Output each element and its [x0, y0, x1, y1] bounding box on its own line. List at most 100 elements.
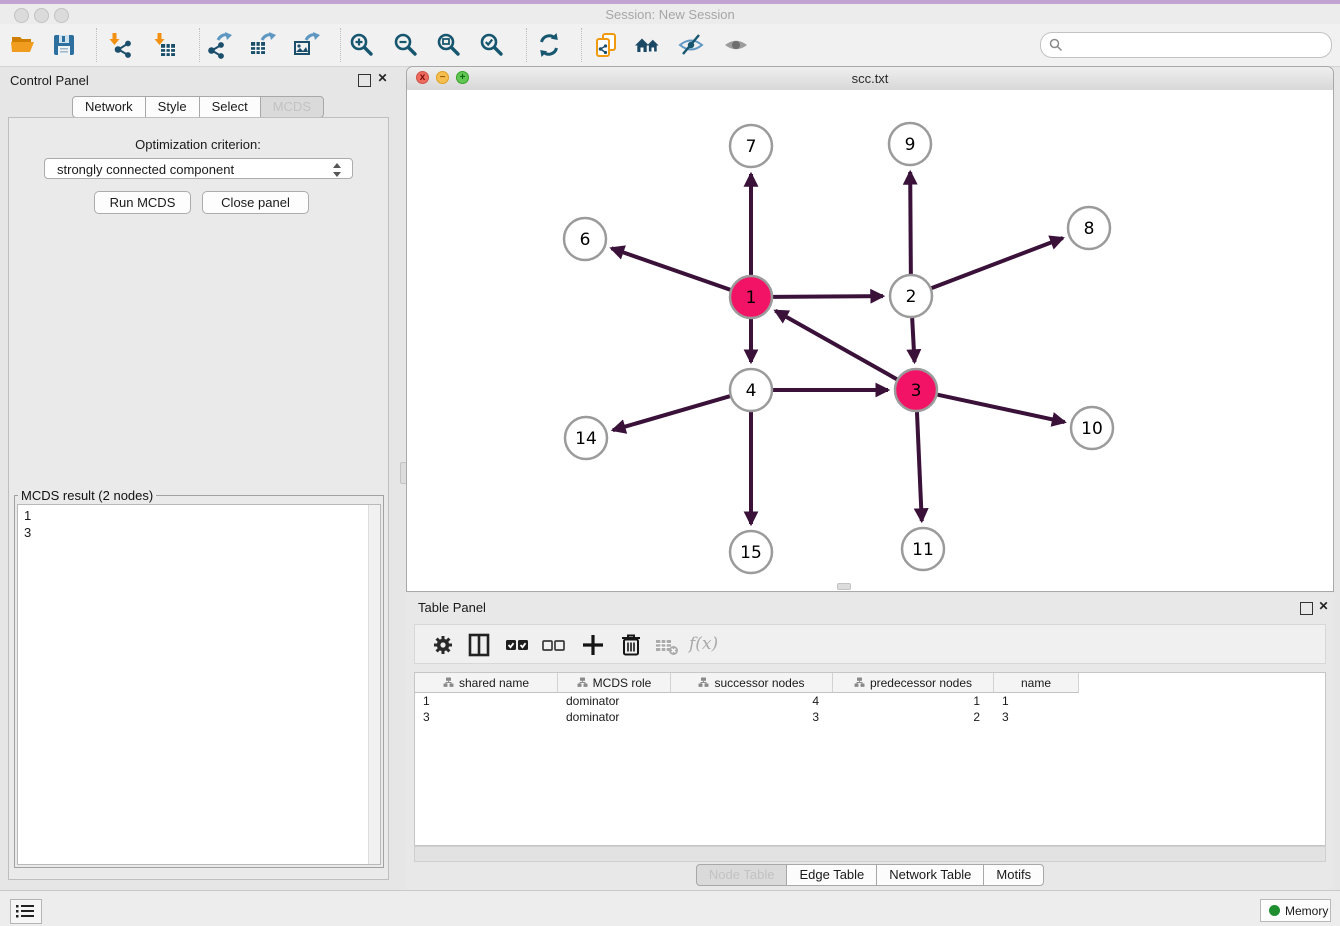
node-label-14: 14	[575, 429, 597, 449]
edge-2-8[interactable]	[932, 238, 1063, 288]
search-input[interactable]	[1040, 32, 1332, 58]
zoom-selected-icon[interactable]	[478, 31, 506, 59]
close-panel-icon[interactable]: ✕	[377, 73, 388, 84]
export-image-icon[interactable]	[292, 31, 320, 59]
hide-graphics-details-icon[interactable]	[677, 31, 705, 59]
add-row-icon[interactable]	[579, 631, 607, 659]
graph-node-4[interactable]: 4	[730, 369, 772, 411]
graph-node-7[interactable]: 7	[730, 125, 772, 167]
edge-2-3[interactable]	[912, 318, 914, 362]
edge-3-11[interactable]	[917, 412, 922, 521]
graph-node-14[interactable]: 14	[565, 417, 607, 459]
export-table-icon[interactable]	[248, 31, 276, 59]
column-header-name[interactable]: name	[994, 673, 1079, 693]
zoom-in-icon[interactable]	[348, 31, 376, 59]
float-panel-icon[interactable]	[358, 74, 371, 87]
close-panel-button[interactable]: Close panel	[202, 191, 309, 214]
refresh-layout-icon[interactable]	[535, 31, 563, 59]
run-mcds-button[interactable]: Run MCDS	[94, 191, 191, 214]
chevron-updown-icon	[333, 163, 342, 177]
table-tab-edge-table[interactable]: Edge Table	[786, 864, 877, 886]
table-toolbar: f(x)	[414, 624, 1326, 664]
graph-node-6[interactable]: 6	[564, 218, 606, 260]
tab-mcds[interactable]: MCDS	[260, 96, 324, 118]
tab-select[interactable]: Select	[199, 96, 261, 118]
node-label-3: 3	[911, 381, 922, 401]
edge-1-6[interactable]	[611, 248, 730, 290]
sort-icon	[443, 677, 454, 688]
deselect-all-icon[interactable]	[539, 631, 567, 659]
graph-node-3[interactable]: 3	[895, 369, 937, 411]
toolbar-separator	[581, 28, 582, 62]
edge-4-14[interactable]	[613, 396, 730, 430]
close-table-panel-icon[interactable]: ✕	[1318, 601, 1329, 612]
delete-column-icon[interactable]	[653, 631, 681, 659]
zoom-out-icon[interactable]	[392, 31, 420, 59]
show-columns-icon[interactable]	[465, 631, 493, 659]
table-cell[interactable]: 3	[671, 709, 833, 725]
delete-row-icon[interactable]	[617, 631, 645, 659]
search-icon	[1049, 38, 1063, 52]
table-row[interactable]: 3dominator323	[415, 709, 1079, 725]
optimization-criterion-dropdown[interactable]: strongly connected component	[44, 158, 353, 179]
table-tab-motifs[interactable]: Motifs	[983, 864, 1044, 886]
edge-3-10[interactable]	[938, 395, 1065, 422]
table-cell[interactable]: 1	[415, 693, 558, 709]
function-builder-icon[interactable]: f(x)	[689, 634, 718, 654]
table-tab-node-table[interactable]: Node Table	[696, 864, 788, 886]
network-hscroll-thumb[interactable]	[837, 583, 851, 590]
select-all-icon[interactable]	[503, 631, 531, 659]
table-row[interactable]: 1dominator411	[415, 693, 1079, 709]
graph-node-9[interactable]: 9	[889, 123, 931, 165]
graph-node-8[interactable]: 8	[1068, 207, 1110, 249]
column-label: name	[1021, 676, 1051, 690]
table-cell[interactable]: 1	[994, 693, 1079, 709]
save-session-icon[interactable]	[50, 31, 78, 59]
mcds-result-area[interactable]: 1 3	[17, 504, 381, 865]
table-cell[interactable]: 2	[833, 709, 994, 725]
network-canvas[interactable]: 1 2 3 4 6 7 8 9 10 11 14 15	[407, 90, 1333, 591]
graph-node-11[interactable]: 11	[902, 528, 944, 570]
clone-network-icon[interactable]	[592, 31, 620, 59]
node-label-7: 7	[746, 137, 757, 157]
memory-button[interactable]: Memory	[1260, 899, 1331, 922]
graph-node-15[interactable]: 15	[730, 531, 772, 573]
table-cell[interactable]: 3	[994, 709, 1079, 725]
node-label-10: 10	[1081, 419, 1103, 439]
import-network-icon[interactable]	[105, 31, 133, 59]
column-header-predecessor-nodes[interactable]: predecessor nodes	[833, 673, 994, 693]
mcds-result-scrollbar[interactable]	[368, 505, 380, 864]
import-table-icon[interactable]	[150, 31, 178, 59]
table-tab-network-table[interactable]: Network Table	[876, 864, 984, 886]
edge-1-2[interactable]	[773, 296, 883, 297]
table-cell[interactable]: dominator	[558, 709, 671, 725]
session-title: Session: New Session	[0, 7, 1340, 22]
graph-node-1[interactable]: 1	[730, 276, 772, 318]
float-table-panel-icon[interactable]	[1300, 602, 1313, 615]
table-cell[interactable]: 3	[415, 709, 558, 725]
graph-node-10[interactable]: 10	[1071, 407, 1113, 449]
settings-gear-icon[interactable]	[429, 631, 457, 659]
task-history-button[interactable]	[10, 899, 42, 924]
table-cell[interactable]: dominator	[558, 693, 671, 709]
table-cell[interactable]: 4	[671, 693, 833, 709]
tab-network[interactable]: Network	[72, 96, 146, 118]
column-header-shared-name[interactable]: shared name	[415, 673, 558, 693]
network-window-titlebar[interactable]: x − + scc.txt	[407, 67, 1333, 91]
table-scroll-strip[interactable]	[414, 846, 1326, 862]
export-network-icon[interactable]	[206, 31, 234, 59]
memory-label: Memory	[1285, 904, 1328, 918]
edge-3-1[interactable]	[775, 311, 896, 379]
home-icon[interactable]	[634, 31, 662, 59]
status-bar: Memory	[0, 890, 1340, 926]
table-cell[interactable]: 1	[833, 693, 994, 709]
column-header-successor-nodes[interactable]: successor nodes	[671, 673, 833, 693]
graph-node-2[interactable]: 2	[890, 275, 932, 317]
node-label-6: 6	[580, 230, 591, 250]
edge-2-9[interactable]	[910, 172, 911, 274]
open-file-icon[interactable]	[9, 31, 37, 59]
zoom-fit-icon[interactable]	[435, 31, 463, 59]
tab-style[interactable]: Style	[145, 96, 200, 118]
show-graphics-details-icon[interactable]	[722, 31, 750, 59]
column-header-mcds-role[interactable]: MCDS role	[558, 673, 671, 693]
